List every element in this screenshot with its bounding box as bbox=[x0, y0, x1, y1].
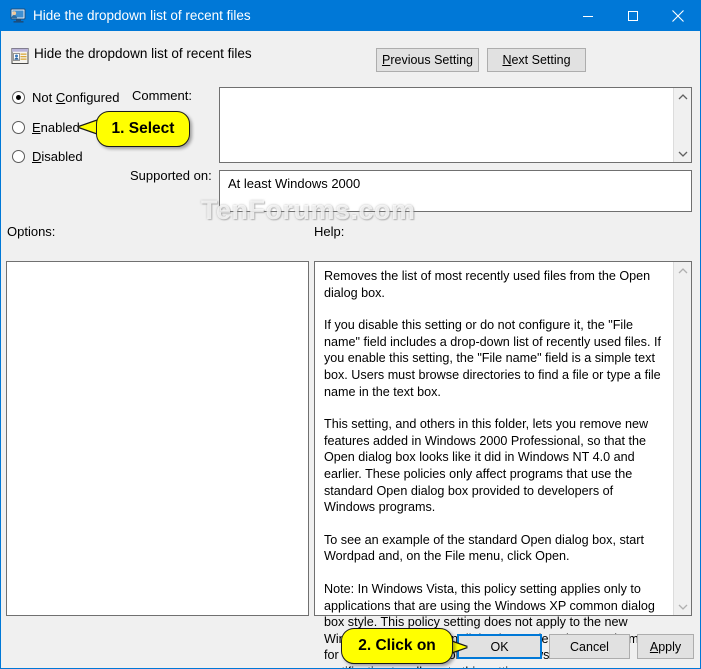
group-policy-monitor-icon bbox=[9, 8, 26, 24]
radio-not-configured-mark bbox=[12, 91, 25, 104]
comment-label: Comment: bbox=[132, 88, 192, 103]
supported-on-field: At least Windows 2000 bbox=[219, 170, 692, 212]
callout-step-2: 2. Click on bbox=[341, 628, 453, 664]
help-paragraph: Removes the list of most recently used f… bbox=[324, 269, 651, 300]
scroll-up-icon[interactable] bbox=[674, 88, 691, 105]
cancel-button[interactable]: Cancel bbox=[549, 634, 630, 659]
window-title: Hide the dropdown list of recent files bbox=[33, 8, 251, 23]
scroll-down-icon[interactable] bbox=[674, 145, 691, 162]
callout-step-1: 1. Select bbox=[96, 111, 190, 147]
help-label: Help: bbox=[314, 224, 345, 239]
radio-disabled-mark bbox=[12, 150, 25, 163]
group-policy-setting-dialog: Hide the dropdown list of recent files H… bbox=[0, 0, 701, 669]
radio-not-configured-label: Not Configured bbox=[32, 90, 120, 105]
help-paragraph: This setting, and others in this folder,… bbox=[324, 417, 649, 515]
minimize-button[interactable] bbox=[565, 1, 610, 31]
setting-title: Hide the dropdown list of recent files bbox=[34, 46, 252, 61]
title-bar: Hide the dropdown list of recent files bbox=[1, 1, 700, 31]
radio-disabled-label: Disabled bbox=[32, 149, 83, 164]
options-label: Options: bbox=[7, 224, 56, 239]
help-paragraph: If you disable this setting or do not co… bbox=[324, 318, 661, 399]
policy-setting-icon bbox=[11, 47, 29, 65]
radio-enabled-label: Enabled bbox=[32, 120, 80, 135]
ok-button[interactable]: OK bbox=[457, 634, 542, 659]
help-text: Removes the list of most recently used f… bbox=[315, 262, 672, 668]
next-setting-button[interactable]: Next Setting bbox=[487, 48, 586, 72]
help-panel: Removes the list of most recently used f… bbox=[314, 261, 692, 668]
comment-scrollbar[interactable] bbox=[673, 88, 691, 162]
scroll-down-icon[interactable] bbox=[674, 598, 691, 615]
radio-enabled-mark bbox=[12, 121, 25, 134]
options-panel[interactable] bbox=[6, 261, 309, 616]
supported-on-label: Supported on: bbox=[130, 168, 212, 183]
help-scrollbar[interactable] bbox=[673, 262, 691, 615]
scroll-up-icon[interactable] bbox=[674, 262, 691, 279]
maximize-button[interactable] bbox=[610, 1, 655, 31]
close-button[interactable] bbox=[655, 1, 700, 31]
supported-on-value: At least Windows 2000 bbox=[228, 176, 361, 191]
comment-input[interactable] bbox=[219, 87, 692, 163]
help-paragraph: To see an example of the standard Open d… bbox=[324, 532, 644, 564]
previous-setting-button[interactable]: Previous Setting bbox=[376, 48, 479, 72]
apply-button[interactable]: Apply bbox=[637, 634, 694, 659]
